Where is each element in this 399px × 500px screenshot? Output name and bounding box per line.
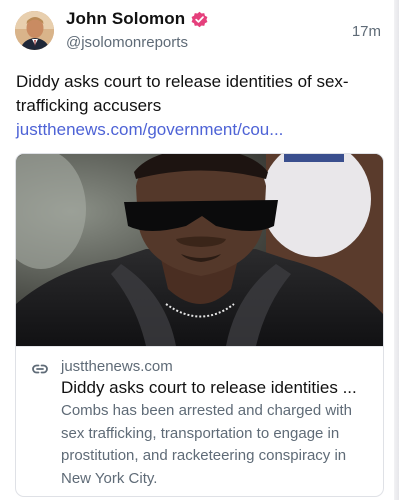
card-divider <box>16 346 383 347</box>
card-domain: justthenews.com <box>61 358 173 375</box>
author-name[interactable]: John Solomon <box>66 9 185 29</box>
link-preview-card[interactable]: justthenews.com Diddy asks court to rele… <box>15 153 384 497</box>
card-title[interactable]: Diddy asks court to release identities .… <box>61 376 373 400</box>
author-row: John Solomon <box>66 9 209 29</box>
scrollbar-track[interactable] <box>394 0 399 500</box>
avatar[interactable] <box>15 11 54 50</box>
feed-post[interactable]: John Solomon @jsolomonreports 17m Diddy … <box>0 0 394 500</box>
link-icon <box>32 362 48 374</box>
author-handle[interactable]: @jsolomonreports <box>66 34 188 51</box>
post-link[interactable]: justthenews.com/government/cou... <box>16 120 283 139</box>
post-timestamp[interactable]: 17m <box>352 23 381 40</box>
verified-badge-icon <box>190 10 209 29</box>
post-text: Diddy asks court to release identities o… <box>16 72 349 115</box>
card-description: Combs has been arrested and charged with… <box>61 402 353 487</box>
link-preview-image <box>16 154 383 346</box>
post-body: Diddy asks court to release identities o… <box>16 70 376 142</box>
